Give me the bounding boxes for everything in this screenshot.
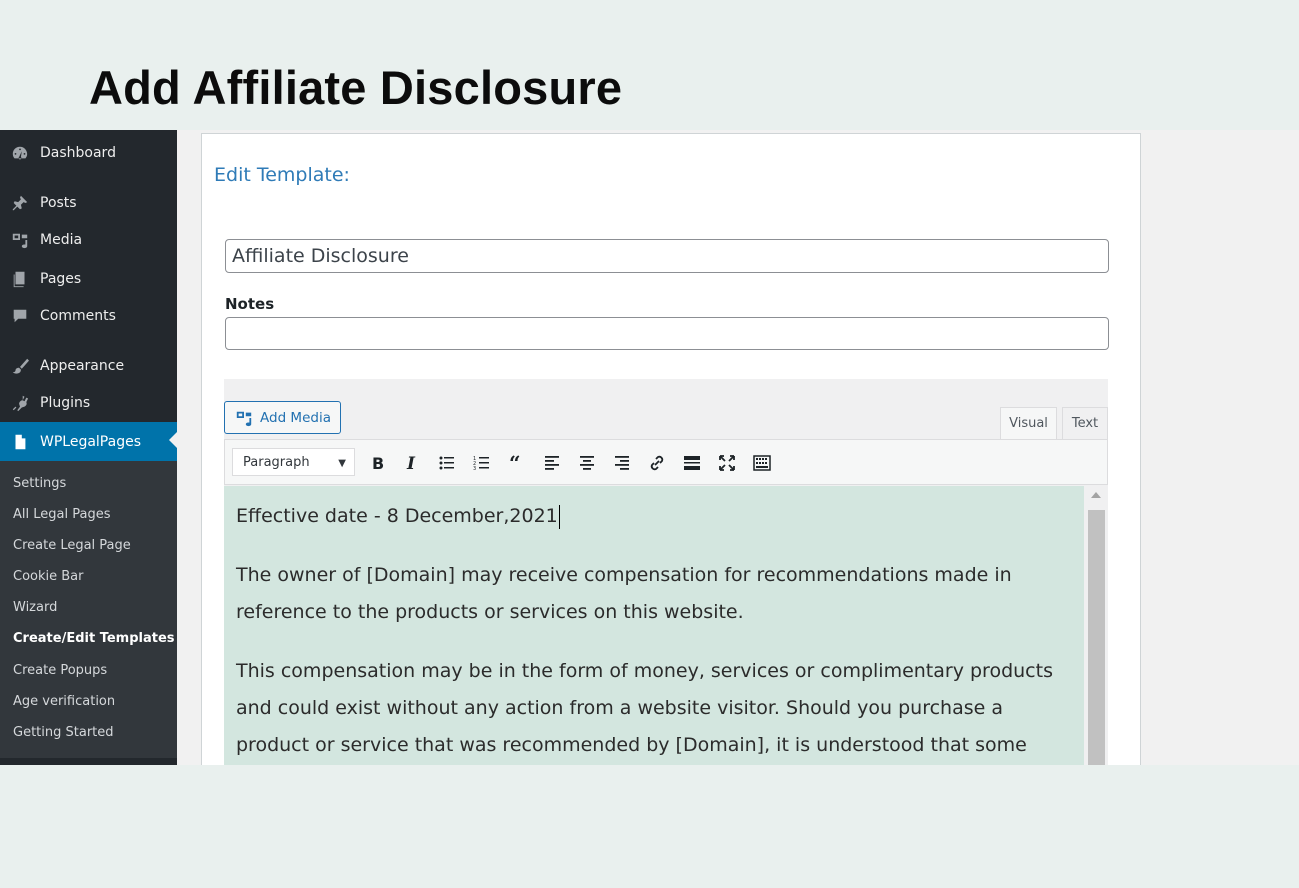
sidebar-item-media[interactable]: Media [0, 222, 177, 258]
media-icon [236, 411, 252, 426]
align-center-icon[interactable] [575, 451, 599, 475]
scroll-thumb[interactable] [1088, 510, 1105, 765]
add-media-button[interactable]: Add Media [224, 401, 341, 434]
notes-input[interactable] [225, 317, 1109, 350]
bold-icon[interactable]: B [365, 451, 389, 475]
add-media-label: Add Media [260, 409, 331, 426]
editor-content-area[interactable]: Effective date - 8 December,2021 The own… [224, 486, 1084, 765]
content-paragraph: The owner of [Domain] may receive compen… [236, 564, 1012, 623]
chevron-down-icon: ▼ [338, 458, 346, 469]
toolbar-toggle-icon[interactable] [750, 451, 774, 475]
sidebar-item-label: Appearance [40, 358, 125, 374]
sidebar-item-appearance[interactable]: Appearance [0, 348, 177, 384]
format-select-value: Paragraph [243, 454, 310, 470]
document-icon [0, 433, 40, 451]
tab-text[interactable]: Text [1062, 407, 1108, 439]
submenu-item-settings[interactable]: Settings [13, 476, 66, 491]
content-scrollbar[interactable] [1084, 486, 1108, 765]
sidebar-item-label: WPLegalPages [40, 433, 141, 450]
sidebar-item-label: Comments [40, 308, 116, 324]
align-right-icon[interactable] [610, 451, 634, 475]
sidebar-item-wplegalpages[interactable]: WPLegalPages [0, 422, 177, 461]
submenu-item-cookie-bar[interactable]: Cookie Bar [13, 569, 83, 584]
content-editor: Add Media Visual Text Paragraph ▼ B I 12… [224, 379, 1108, 765]
sidebar-item-plugins[interactable]: Plugins [0, 385, 177, 421]
sidebar-item-label: Pages [40, 271, 82, 287]
align-left-icon[interactable] [540, 451, 564, 475]
sidebar-item-label: Plugins [40, 395, 91, 411]
pin-icon [0, 194, 40, 212]
dashboard-icon [0, 144, 40, 162]
format-select[interactable]: Paragraph ▼ [232, 448, 355, 476]
svg-text:3: 3 [473, 466, 476, 472]
wplegalpages-submenu: Settings All Legal Pages Create Legal Pa… [0, 461, 177, 758]
italic-icon[interactable]: I [399, 451, 423, 475]
sidebar-item-label: Media [40, 232, 83, 248]
fullscreen-icon[interactable] [715, 451, 739, 475]
submenu-item-create-legal-page[interactable]: Create Legal Page [13, 538, 131, 553]
brush-icon [0, 357, 40, 375]
notes-label: Notes [225, 295, 275, 313]
sidebar-item-dashboard[interactable]: Dashboard [0, 135, 177, 171]
link-icon[interactable] [645, 451, 669, 475]
submenu-item-getting-started[interactable]: Getting Started [13, 725, 114, 740]
svg-text:B: B [372, 454, 384, 473]
svg-text:I: I [406, 454, 416, 473]
sidebar-item-pages[interactable]: Pages [0, 261, 177, 297]
sidebar-item-label: Dashboard [40, 145, 116, 161]
bullet-list-icon[interactable] [435, 451, 459, 475]
content-paragraph: Effective date - 8 December,2021 [236, 498, 1072, 535]
sidebar-item-comments[interactable]: Comments [0, 298, 177, 334]
content-paragraph-text: Effective date - 8 December,2021 [236, 505, 558, 527]
editor-toolbar: Paragraph ▼ B I 123 “ [224, 439, 1108, 485]
numbered-list-icon[interactable]: 123 [470, 451, 494, 475]
submenu-item-create-edit-templates[interactable]: Create/Edit Templates [13, 631, 175, 646]
svg-text:“: “ [509, 453, 521, 473]
edit-template-heading: Edit Template: [214, 164, 350, 186]
page-headline: Add Affiliate Disclosure [89, 61, 623, 114]
admin-sidebar: Dashboard Posts Media Pages Comments App… [0, 130, 177, 765]
scroll-up-icon[interactable] [1091, 492, 1101, 498]
wordpress-screenshot: Dashboard Posts Media Pages Comments App… [0, 130, 1299, 765]
sidebar-item-label: Posts [40, 195, 77, 211]
media-icon [0, 231, 40, 249]
comments-icon [0, 307, 40, 325]
submenu-item-wizard[interactable]: Wizard [13, 600, 57, 615]
plug-icon [0, 394, 40, 412]
sidebar-item-posts[interactable]: Posts [0, 185, 177, 221]
tab-visual[interactable]: Visual [1000, 407, 1057, 439]
text-cursor [558, 504, 560, 529]
active-indicator [169, 432, 177, 448]
submenu-item-create-popups[interactable]: Create Popups [13, 663, 107, 678]
blockquote-icon[interactable]: “ [505, 451, 529, 475]
pages-icon [0, 270, 40, 288]
content-paragraph: This compensation may be in the form of … [236, 660, 1053, 756]
edit-template-panel: Edit Template: Affiliate Disclosure Note… [201, 133, 1141, 765]
template-title-input[interactable]: Affiliate Disclosure [225, 239, 1109, 273]
read-more-icon[interactable] [680, 451, 704, 475]
submenu-item-all-legal-pages[interactable]: All Legal Pages [13, 507, 110, 522]
submenu-item-age-verification[interactable]: Age verification [13, 694, 115, 709]
